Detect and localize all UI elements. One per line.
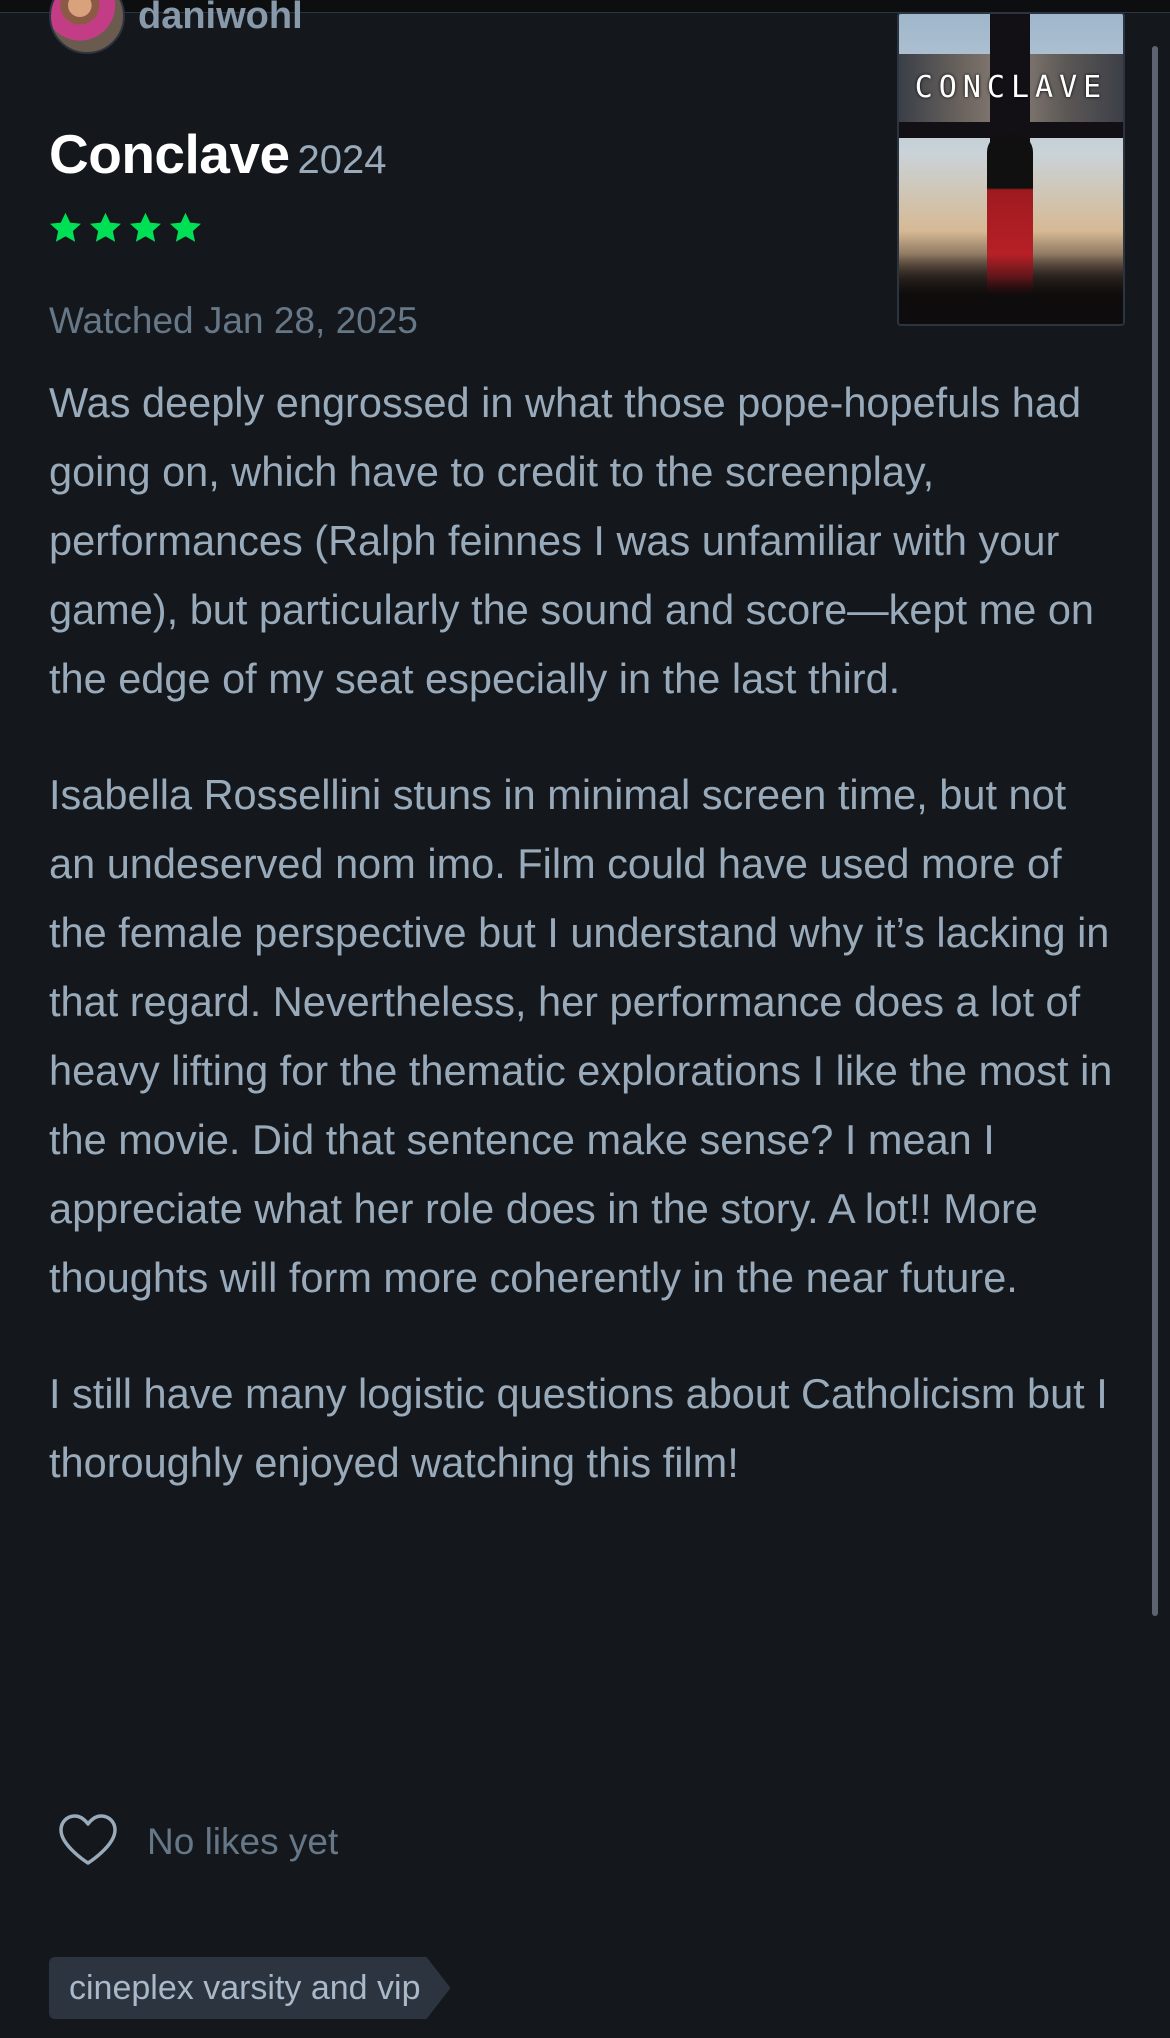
star-icon [127, 210, 164, 246]
poster-title: CONCLAVE [914, 70, 1108, 105]
review-paragraph: Was deeply engrossed in what those pope-… [49, 379, 1094, 702]
star-icon [87, 210, 124, 246]
heart-outline-icon[interactable] [57, 1813, 119, 1871]
watched-date: Watched Jan 28, 2025 [49, 300, 418, 341]
film-year[interactable]: 2024 [298, 138, 387, 182]
poster-ground [899, 254, 1123, 324]
user-avatar[interactable] [49, 0, 125, 54]
likes-count-text: No likes yet [147, 1821, 339, 1862]
film-title[interactable]: Conclave [49, 123, 290, 185]
username-link[interactable]: daniwohl [138, 0, 303, 38]
film-poster[interactable]: CONCLAVE [897, 12, 1125, 326]
tag-chip[interactable]: cineplex varsity and vip [49, 1957, 451, 2019]
review-body: Was deeply engrossed in what those pope-… [49, 368, 1119, 1544]
film-heading: Conclave 2024 [49, 122, 387, 186]
star-icon [47, 210, 84, 246]
likes-row: No likes yet [57, 1813, 338, 1871]
review-paragraph: I still have many logistic questions abo… [49, 1370, 1108, 1486]
review-paragraph: Isabella Rossellini stuns in minimal scr… [49, 771, 1113, 1301]
scrollbar[interactable] [1152, 46, 1158, 1616]
star-rating [47, 210, 204, 246]
star-icon [167, 210, 204, 246]
